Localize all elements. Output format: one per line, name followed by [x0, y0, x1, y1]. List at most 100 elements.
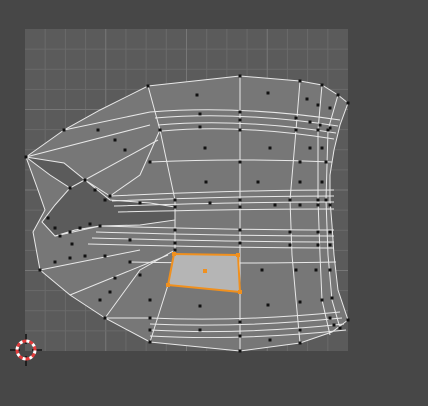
- uv-vertex[interactable]: [128, 260, 132, 264]
- uv-vertex[interactable]: [53, 226, 57, 230]
- uv-vertex[interactable]: [103, 198, 107, 202]
- uv-vertex[interactable]: [70, 242, 74, 246]
- uv-vertex[interactable]: [88, 222, 92, 226]
- uv-vertex[interactable]: [330, 296, 334, 300]
- uv-canvas[interactable]: [0, 0, 428, 406]
- uv-vertex[interactable]: [238, 110, 242, 114]
- uv-vertex[interactable]: [123, 148, 127, 152]
- uv-vertex[interactable]: [328, 316, 332, 320]
- uv-vertex[interactable]: [148, 328, 152, 332]
- uv-vertex[interactable]: [96, 128, 100, 132]
- uv-vertex[interactable]: [294, 268, 298, 272]
- uv-vertex[interactable]: [298, 300, 302, 304]
- uv-vertex[interactable]: [98, 224, 102, 228]
- uv-vertex[interactable]: [103, 316, 107, 320]
- uv-vertex[interactable]: [324, 198, 328, 202]
- uv-vertex[interactable]: [238, 118, 242, 122]
- uv-vertex[interactable]: [288, 230, 292, 234]
- uv-vertex[interactable]: [158, 128, 162, 132]
- uv-vertex[interactable]: [203, 146, 207, 150]
- uv-vertex[interactable]: [58, 234, 62, 238]
- uv-vertex[interactable]: [103, 254, 107, 258]
- uv-vertex[interactable]: [346, 101, 350, 105]
- uv-vertex[interactable]: [294, 116, 298, 120]
- uv-vertex[interactable]: [320, 83, 324, 87]
- uv-vertex[interactable]: [68, 230, 72, 234]
- uv-vertex[interactable]: [298, 160, 302, 164]
- uv-vertex[interactable]: [288, 198, 292, 202]
- uv-vertex[interactable]: [294, 128, 298, 132]
- uv-vertex[interactable]: [78, 226, 82, 230]
- uv-vertex[interactable]: [173, 228, 177, 232]
- uv-vertex[interactable]: [328, 243, 332, 247]
- uv-vertex[interactable]: [316, 203, 320, 207]
- uv-vertex[interactable]: [346, 318, 350, 322]
- uv-vertex[interactable]: [198, 304, 202, 308]
- uv-vertex[interactable]: [93, 188, 97, 192]
- uv-vertex[interactable]: [320, 146, 324, 150]
- uv-vertex[interactable]: [316, 128, 320, 132]
- uv-vertex[interactable]: [98, 298, 102, 302]
- uv-vertex[interactable]: [305, 97, 309, 101]
- uv-vertex[interactable]: [338, 326, 342, 330]
- uv-vertex[interactable]: [238, 205, 242, 209]
- uv-vertex[interactable]: [238, 228, 242, 232]
- uv-vertex[interactable]: [148, 160, 152, 164]
- uv-vertex[interactable]: [298, 79, 302, 83]
- uv-vertex[interactable]: [298, 341, 302, 345]
- uv-vertex[interactable]: [173, 248, 177, 252]
- uv-vertex[interactable]: [314, 268, 318, 272]
- uv-vertex[interactable]: [318, 123, 322, 127]
- uv-vertex[interactable]: [108, 194, 112, 198]
- uv-vertex[interactable]: [298, 180, 302, 184]
- uv-vertex[interactable]: [273, 203, 277, 207]
- uv-vertex[interactable]: [53, 260, 57, 264]
- uv-editor-viewport[interactable]: [0, 0, 428, 406]
- uv-vertex[interactable]: [113, 138, 117, 142]
- uv-vertex[interactable]: [68, 256, 72, 260]
- uv-vertex[interactable]: [336, 93, 340, 97]
- uv-vertex[interactable]: [146, 84, 150, 88]
- uv-vertex[interactable]: [238, 198, 242, 202]
- uv-vertex[interactable]: [138, 273, 142, 277]
- uv-vertex[interactable]: [316, 230, 320, 234]
- uv-vertex[interactable]: [308, 146, 312, 150]
- uv-vertex[interactable]: [148, 298, 152, 302]
- uv-vertex[interactable]: [173, 205, 177, 209]
- uv-vertex[interactable]: [148, 316, 152, 320]
- uv-vertex[interactable]: [256, 180, 260, 184]
- uv-vertex[interactable]: [328, 268, 332, 272]
- uv-vertex[interactable]: [298, 203, 302, 207]
- uv-vertex[interactable]: [266, 303, 270, 307]
- uv-vertex[interactable]: [108, 290, 112, 294]
- uv-vertex[interactable]: [298, 328, 302, 332]
- uv-vertex[interactable]: [173, 241, 177, 245]
- uv-vertex[interactable]: [198, 125, 202, 129]
- uv-vertex[interactable]: [128, 238, 132, 242]
- uv-vertex[interactable]: [204, 180, 208, 184]
- uv-vertex[interactable]: [198, 112, 202, 116]
- uv-vertex[interactable]: [268, 338, 272, 342]
- uv-vertex[interactable]: [195, 93, 199, 97]
- uv-vertex[interactable]: [260, 268, 264, 272]
- uv-vertex[interactable]: [238, 320, 242, 324]
- uv-vertex[interactable]: [320, 180, 324, 184]
- uv-vertex[interactable]: [238, 349, 242, 353]
- uv-vertex[interactable]: [288, 243, 292, 247]
- uv-vertex[interactable]: [238, 160, 242, 164]
- uv-vertex[interactable]: [308, 120, 312, 124]
- uv-vertex[interactable]: [238, 128, 242, 132]
- uv-vertex[interactable]: [38, 268, 42, 272]
- uv-vertex[interactable]: [238, 334, 242, 338]
- uv-vertex[interactable]: [266, 91, 270, 95]
- uv-vertex[interactable]: [208, 201, 212, 205]
- uv-vertex[interactable]: [62, 128, 66, 132]
- uv-vertex[interactable]: [83, 254, 87, 258]
- uv-vertex[interactable]: [46, 216, 50, 220]
- uv-vertex[interactable]: [328, 126, 332, 130]
- uv-vertex[interactable]: [332, 323, 336, 327]
- uv-vertex[interactable]: [324, 160, 328, 164]
- uv-vertex[interactable]: [83, 178, 87, 182]
- uv-vertex[interactable]: [68, 186, 72, 190]
- uv-vertex[interactable]: [24, 155, 28, 159]
